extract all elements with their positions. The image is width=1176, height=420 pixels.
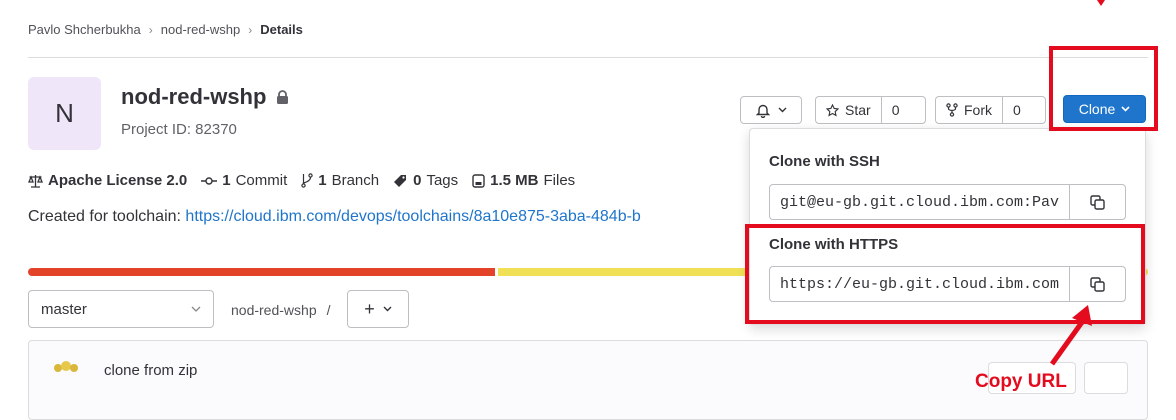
annotation-arrows: [1049, 0, 1105, 366]
copy-url-annotation: Copy URL: [975, 371, 1067, 392]
arrow-line: [1049, 316, 1088, 366]
arrow-tip-icon: [1097, 0, 1105, 6]
